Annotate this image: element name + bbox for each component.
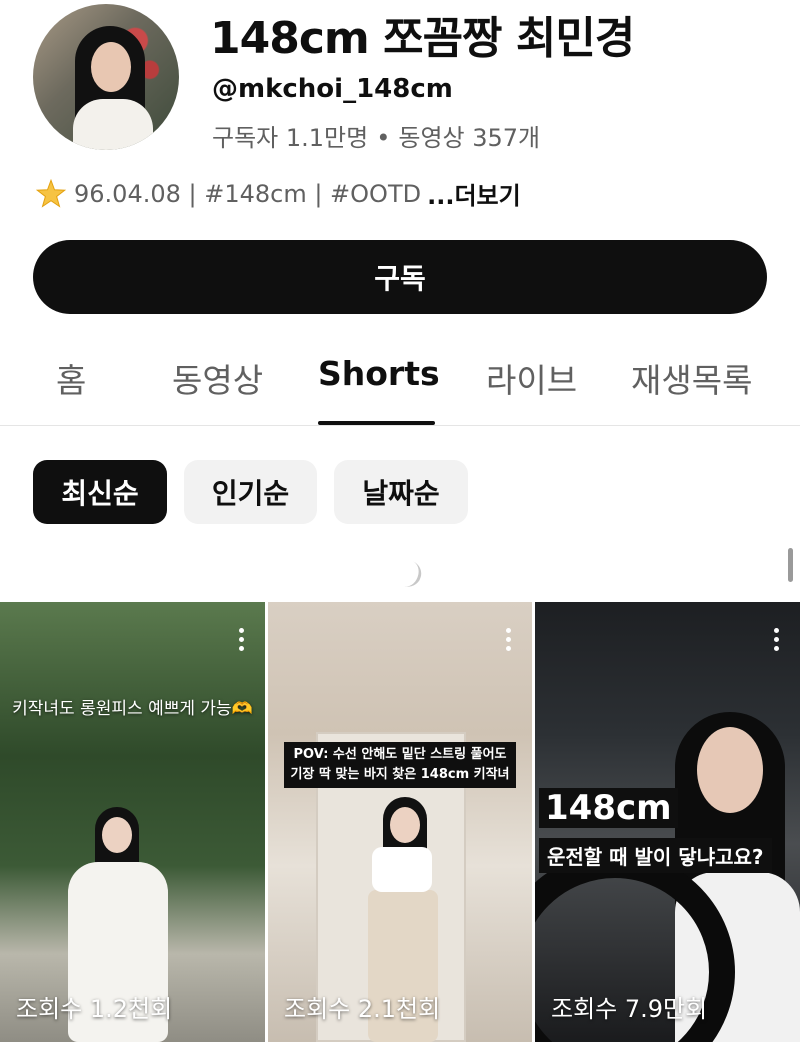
loading-spinner-icon — [399, 559, 425, 591]
star-icon — [36, 178, 66, 208]
more-vert-icon[interactable] — [774, 628, 780, 654]
short-view-count: 조회수 7.9만회 — [551, 995, 708, 1023]
short-view-count: 조회수 1.2천회 — [16, 995, 173, 1023]
short-card[interactable]: 148cm 운전할 때 발이 닿냐고요? 조회수 7.9만회 — [535, 602, 800, 1042]
short-card[interactable]: POV: 수선 안해도 밑단 스트링 풀어도 기장 딱 맞는 바지 찾은 148… — [268, 602, 532, 1042]
channel-stats: 구독자 1.1만명 • 동영상 357개 — [212, 118, 540, 153]
bio-text: 96.04.08 | #148cm | #OOTD — [74, 179, 422, 208]
short-card[interactable]: 키작녀도 롱원피스 예쁘게 가능🫶 조회수 1.2천회 — [0, 602, 265, 1042]
avatar-body — [73, 99, 153, 150]
short-thumbnail-figure — [372, 847, 432, 892]
scrollbar[interactable] — [788, 548, 793, 582]
sort-chip-date[interactable]: 날짜순 — [334, 460, 468, 524]
stats-separator: • — [376, 124, 391, 152]
short-overlay-line: POV: 수선 안해도 밑단 스트링 풀어도 — [293, 747, 507, 762]
active-tab-indicator — [318, 421, 435, 425]
more-vert-icon[interactable] — [239, 628, 245, 654]
channel-handle: @mkchoi_148cm — [212, 74, 453, 104]
tab-shorts[interactable]: Shorts — [318, 354, 440, 393]
sort-chip-latest[interactable]: 최신순 — [33, 460, 167, 524]
subscribe-button[interactable]: 구독 — [33, 240, 767, 314]
subscriber-count: 구독자 1.1만명 — [212, 124, 369, 152]
short-thumbnail-figure — [102, 817, 132, 853]
avatar-face — [91, 42, 131, 92]
channel-avatar[interactable] — [33, 4, 179, 150]
tab-playlists[interactable]: 재생목록 — [631, 354, 752, 402]
short-overlay-line: 기장 딱 맞는 바지 찾은 148cm 키작녀 — [290, 767, 510, 782]
short-thumbnail-figure — [697, 727, 763, 813]
short-thumbnail-figure — [390, 807, 420, 843]
channel-bio[interactable]: 96.04.08 | #148cm | #OOTD ...더보기 — [36, 176, 521, 211]
tab-live[interactable]: 라이브 — [486, 354, 577, 402]
bio-more-link[interactable]: ...더보기 — [427, 176, 521, 211]
channel-name: 148cm 쪼꼼짱 최민경 — [210, 13, 635, 64]
short-overlay-text: 키작녀도 롱원피스 예쁘게 가능🫶 — [12, 699, 253, 719]
short-overlay-big: 148cm — [539, 788, 678, 828]
short-overlay-caption: POV: 수선 안해도 밑단 스트링 풀어도 기장 딱 맞는 바지 찾은 148… — [284, 742, 516, 788]
tab-videos[interactable]: 동영상 — [172, 354, 263, 402]
short-view-count: 조회수 2.1천회 — [284, 995, 441, 1023]
channel-tabs: 홈 동영상 Shorts 라이브 재생목록 — [0, 340, 800, 426]
video-count: 동영상 357개 — [398, 124, 541, 152]
short-overlay-sub: 운전할 때 발이 닿냐고요? — [539, 838, 772, 873]
tab-home[interactable]: 홈 — [56, 354, 86, 402]
more-vert-icon[interactable] — [506, 628, 512, 654]
sort-chip-popular[interactable]: 인기순 — [184, 460, 317, 524]
